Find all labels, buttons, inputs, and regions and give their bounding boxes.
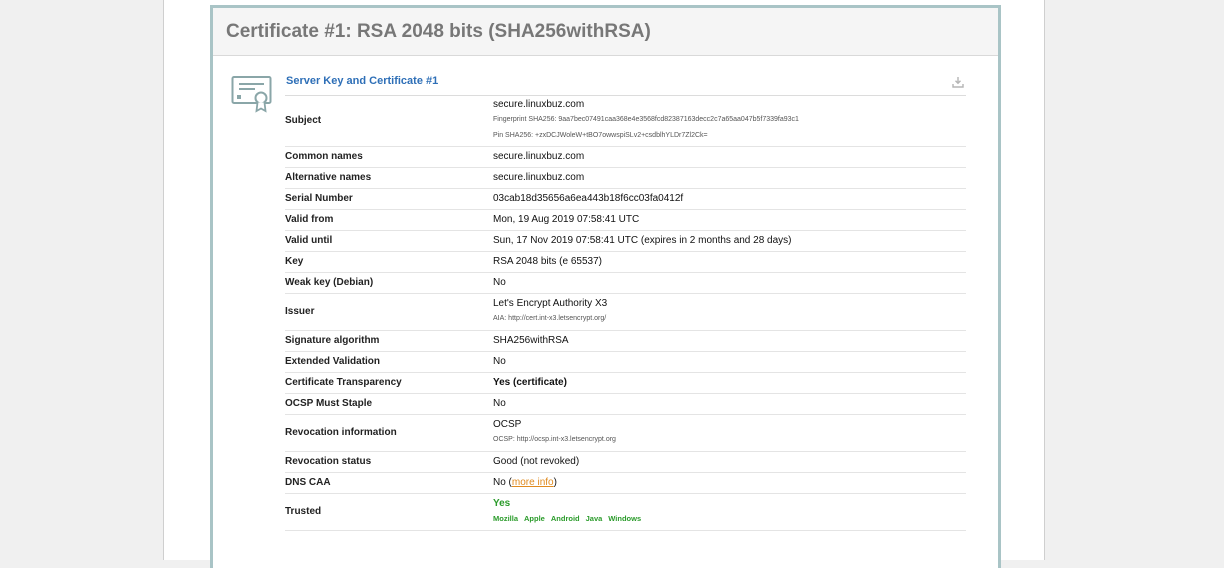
page-container: Certificate #1: RSA 2048 bits (SHA256wit… [163,0,1045,568]
row-label: Issuer [285,293,493,331]
table-row: Serial Number 03cab18d35656a6ea443b18f6c… [285,188,966,210]
more-info-link[interactable]: more info [512,477,554,488]
client-windows: Windows [608,513,642,523]
row-value: No [493,393,966,415]
dns-caa-suffix: ) [553,477,557,488]
row-value: Sun, 17 Nov 2019 07:58:41 UTC (expires i… [493,230,966,252]
table-row: DNS CAA No (more info) [285,472,966,494]
row-value: RSA 2048 bits (e 65537) [493,251,966,273]
table-row: Extended Validation No [285,351,966,373]
row-label: Weak key (Debian) [285,272,493,294]
row-label: Certificate Transparency [285,372,493,394]
row-label: Revocation information [285,414,493,452]
issuer-value: Let's Encrypt Authority X3 [493,297,608,309]
table-row: Issuer Let's Encrypt Authority X3 AIA: h… [285,293,966,331]
row-value: secure.linuxbuz.com [493,146,966,168]
table-row: Weak key (Debian) No [285,272,966,294]
issuer-aia: AIA: http://cert.int-x3.letsencrypt.org/ [493,314,607,322]
table-row: Key RSA 2048 bits (e 65537) [285,251,966,273]
row-value: No [493,351,966,373]
row-value: OCSP OCSP: http://ocsp.int-x3.letsencryp… [493,414,966,452]
row-value: Let's Encrypt Authority X3 AIA: http://c… [493,293,966,331]
trusted-value: Yes [493,497,511,509]
trusted-clients: Mozilla Apple Android Java Windows [493,511,966,527]
client-apple: Apple [524,513,545,523]
table-row: Common names secure.linuxbuz.com [285,146,966,168]
row-label: OCSP Must Staple [285,393,493,415]
report-header: Certificate #1: RSA 2048 bits (SHA256wit… [213,8,998,56]
table-row: Signature algorithm SHA256withRSA [285,330,966,352]
table-row: Alternative names secure.linuxbuz.com [285,167,966,189]
row-value: 03cab18d35656a6ea443b18f6cc03fa0412f [493,188,966,210]
table-row: Valid until Sun, 17 Nov 2019 07:58:41 UT… [285,230,966,252]
row-value: SHA256withRSA [493,330,966,352]
row-value: secure.linuxbuz.com [493,167,966,189]
subject-fingerprint: Fingerprint SHA256: 9aa7bec07491caa368e4… [493,115,799,123]
revocation-value: OCSP [493,418,522,430]
revocation-ocsp: OCSP: http://ocsp.int-x3.letsencrypt.org [493,435,616,443]
table-row: Valid from Mon, 19 Aug 2019 07:58:41 UTC [285,209,966,231]
table-row: Subject secure.linuxbuz.com Fingerprint … [285,96,966,147]
table-row: Revocation status Good (not revoked) [285,451,966,473]
dns-caa-prefix: No ( [493,477,512,488]
row-value: secure.linuxbuz.com Fingerprint SHA256: … [493,96,966,147]
section-title: Server Key and Certificate #1 [286,75,439,87]
client-java: Java [585,513,603,523]
certificate-icon [231,76,272,113]
row-label: Serial Number [285,188,493,210]
row-label: Extended Validation [285,351,493,373]
row-value: Good (not revoked) [493,451,966,473]
table-row: Certificate Transparency Yes (certificat… [285,372,966,394]
row-label: Revocation status [285,451,493,473]
row-value: Yes (certificate) [493,372,966,394]
row-label: Signature algorithm [285,330,493,352]
subject-pin: Pin SHA256: +zxDCJWoleW+tBO7owwspiSLv2+c… [493,131,708,139]
client-mozilla: Mozilla [493,513,519,523]
report-title: Certificate #1: RSA 2048 bits (SHA256wit… [226,21,651,42]
row-label: Alternative names [285,167,493,189]
row-label: Key [285,251,493,273]
table-row: Revocation information OCSP OCSP: http:/… [285,414,966,452]
download-icon[interactable] [952,76,964,88]
row-label: Valid until [285,230,493,252]
table-row: OCSP Must Staple No [285,393,966,415]
row-label: DNS CAA [285,472,493,494]
row-label: Subject [285,96,493,147]
row-label: Valid from [285,209,493,231]
row-value: No [493,272,966,294]
row-label: Trusted [285,493,493,531]
row-label: Common names [285,146,493,168]
row-value: No (more info) [493,472,966,494]
client-android: Android [550,513,580,523]
certificate-report: Certificate #1: RSA 2048 bits (SHA256wit… [210,5,1001,568]
subject-value: secure.linuxbuz.com [493,98,585,110]
section-header: Server Key and Certificate #1 [285,67,966,96]
row-value: Yes Mozilla Apple Android Java Windows [493,493,966,531]
table-row: Trusted Yes Mozilla Apple Android Java Windo… [285,493,966,531]
certificate-details-table: Subject secure.linuxbuz.com Fingerprint … [285,96,966,531]
row-value: Mon, 19 Aug 2019 07:58:41 UTC [493,209,966,231]
